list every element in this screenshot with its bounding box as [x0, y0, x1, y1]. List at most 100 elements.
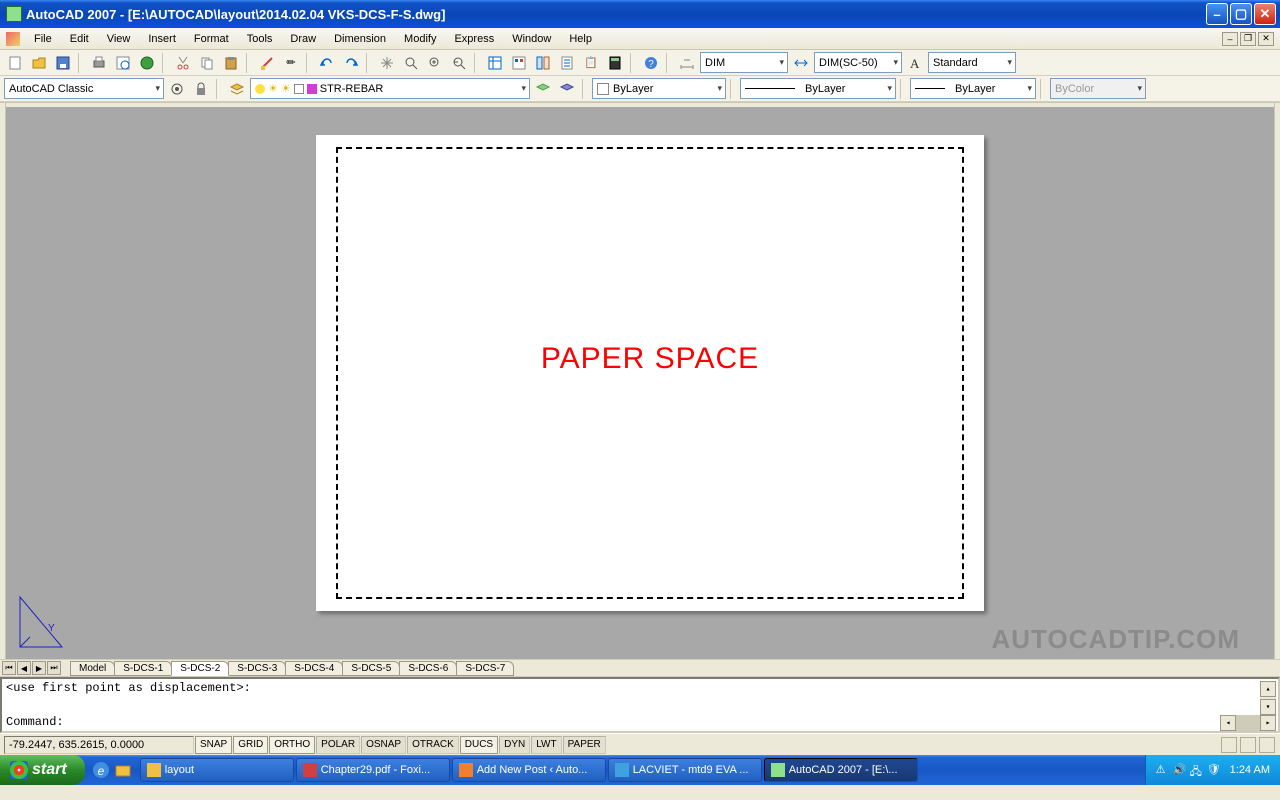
- dim-style-select[interactable]: DIM: [700, 52, 788, 73]
- markup-icon[interactable]: 📋: [580, 52, 602, 74]
- menu-tools[interactable]: Tools: [239, 31, 281, 47]
- otrack-toggle[interactable]: OTRACK: [407, 736, 459, 754]
- polar-toggle[interactable]: POLAR: [316, 736, 360, 754]
- zoom-realtime-icon[interactable]: [400, 52, 422, 74]
- workspace-select[interactable]: AutoCAD Classic: [4, 78, 164, 99]
- tab-next-button[interactable]: ▶: [32, 661, 46, 675]
- command-vscroll[interactable]: ▴▾: [1260, 681, 1276, 715]
- zoom-window-icon[interactable]: [424, 52, 446, 74]
- workspace-lock-icon[interactable]: [190, 78, 212, 100]
- help-icon[interactable]: ?: [640, 52, 662, 74]
- lineweight-select[interactable]: ByLayer: [910, 78, 1036, 99]
- paper-toggle[interactable]: PAPER: [563, 736, 606, 754]
- task-lacviet[interactable]: LACVIET - mtd9 EVA ...: [608, 758, 762, 782]
- dim-style2-select[interactable]: DIM(SC-50): [814, 52, 902, 73]
- dim-style-icon[interactable]: [676, 52, 698, 74]
- ie-icon[interactable]: e: [91, 760, 111, 780]
- paste-icon[interactable]: [220, 52, 242, 74]
- ortho-toggle[interactable]: ORTHO: [269, 736, 315, 754]
- taskbar-clock[interactable]: 1:24 AM: [1230, 764, 1270, 776]
- maximize-button[interactable]: ▢: [1230, 3, 1252, 25]
- design-center-icon[interactable]: [508, 52, 530, 74]
- new-icon[interactable]: [4, 52, 26, 74]
- task-autocad[interactable]: AutoCAD 2007 - [E:\...: [764, 758, 918, 782]
- tray-network-icon[interactable]: 🖧: [1190, 763, 1204, 777]
- undo-icon[interactable]: [316, 52, 338, 74]
- layer-states-icon[interactable]: [556, 78, 578, 100]
- minimize-button[interactable]: –: [1206, 3, 1228, 25]
- lwt-toggle[interactable]: LWT: [531, 736, 561, 754]
- tab-sdcs1[interactable]: S-DCS-1: [114, 661, 172, 676]
- tab-sdcs2[interactable]: S-DCS-2: [171, 661, 229, 676]
- mdi-restore-button[interactable]: ❐: [1240, 32, 1256, 46]
- command-line[interactable]: <use first point as displacement>: Comma…: [0, 677, 1280, 733]
- menu-file[interactable]: File: [26, 31, 60, 47]
- copy-icon[interactable]: [196, 52, 218, 74]
- workspace-settings-icon[interactable]: [166, 78, 188, 100]
- tab-sdcs3[interactable]: S-DCS-3: [228, 661, 286, 676]
- tray-volume-icon[interactable]: 🔊: [1173, 763, 1187, 777]
- quickcalc-icon[interactable]: [604, 52, 626, 74]
- layer-select[interactable]: ☀ ☀ STR-REBAR: [250, 78, 530, 99]
- coordinates-display[interactable]: -79.2447, 635.2615, 0.0000: [4, 736, 194, 754]
- menu-view[interactable]: View: [99, 31, 139, 47]
- mdi-close-button[interactable]: ✕: [1258, 32, 1274, 46]
- explorer-icon[interactable]: [113, 760, 133, 780]
- tray-icon[interactable]: ⚠: [1156, 763, 1170, 777]
- tray-shield-icon[interactable]: 🛡: [1207, 763, 1221, 777]
- open-icon[interactable]: [28, 52, 50, 74]
- plot-preview-icon[interactable]: [112, 52, 134, 74]
- toolbar-lock-icon[interactable]: [1240, 737, 1256, 753]
- dyn-toggle[interactable]: DYN: [499, 736, 530, 754]
- menu-insert[interactable]: Insert: [140, 31, 184, 47]
- osnap-toggle[interactable]: OSNAP: [361, 736, 406, 754]
- menu-help[interactable]: Help: [561, 31, 600, 47]
- dim-update-icon[interactable]: [790, 52, 812, 74]
- publish-icon[interactable]: [136, 52, 158, 74]
- layer-previous-icon[interactable]: [532, 78, 554, 100]
- tab-sdcs6[interactable]: S-DCS-6: [399, 661, 457, 676]
- mdi-minimize-button[interactable]: –: [1222, 32, 1238, 46]
- layer-manager-icon[interactable]: [226, 78, 248, 100]
- tab-prev-button[interactable]: ◀: [17, 661, 31, 675]
- linetype-select[interactable]: ByLayer: [740, 78, 896, 99]
- menu-modify[interactable]: Modify: [396, 31, 444, 47]
- tab-sdcs4[interactable]: S-DCS-4: [285, 661, 343, 676]
- tab-sdcs5[interactable]: S-DCS-5: [342, 661, 400, 676]
- clean-screen-icon[interactable]: [1259, 737, 1275, 753]
- comm-center-icon[interactable]: [1221, 737, 1237, 753]
- match-properties-icon[interactable]: [256, 52, 278, 74]
- menu-express[interactable]: Express: [446, 31, 502, 47]
- menu-dimension[interactable]: Dimension: [326, 31, 394, 47]
- grid-toggle[interactable]: GRID: [233, 736, 268, 754]
- drawing-canvas[interactable]: PAPER SPACE AUTOCADTIP.COM Y: [6, 103, 1274, 659]
- tab-last-button[interactable]: ⏭: [47, 661, 61, 675]
- tab-first-button[interactable]: ⏮: [2, 661, 16, 675]
- block-editor-icon[interactable]: ✏: [280, 52, 302, 74]
- ducs-toggle[interactable]: DUCS: [460, 736, 498, 754]
- color-select[interactable]: ByLayer: [592, 78, 726, 99]
- task-layout[interactable]: layout: [140, 758, 294, 782]
- text-style-icon[interactable]: A: [904, 52, 926, 74]
- task-pdf[interactable]: Chapter29.pdf - Foxi...: [296, 758, 450, 782]
- command-hscroll[interactable]: ◂▸: [1220, 715, 1276, 731]
- start-button[interactable]: start: [0, 755, 85, 785]
- snap-toggle[interactable]: SNAP: [195, 736, 232, 754]
- tab-sdcs7[interactable]: S-DCS-7: [456, 661, 514, 676]
- tool-palettes-icon[interactable]: [532, 52, 554, 74]
- task-firefox[interactable]: Add New Post ‹ Auto...: [452, 758, 606, 782]
- menu-window[interactable]: Window: [504, 31, 559, 47]
- print-icon[interactable]: [88, 52, 110, 74]
- sheet-set-icon[interactable]: [556, 52, 578, 74]
- save-icon[interactable]: [52, 52, 74, 74]
- tab-model[interactable]: Model: [70, 661, 115, 676]
- menu-draw[interactable]: Draw: [282, 31, 324, 47]
- cut-icon[interactable]: [172, 52, 194, 74]
- redo-icon[interactable]: [340, 52, 362, 74]
- menu-format[interactable]: Format: [186, 31, 237, 47]
- properties-icon[interactable]: [484, 52, 506, 74]
- close-button[interactable]: ✕: [1254, 3, 1276, 25]
- text-style-select[interactable]: Standard: [928, 52, 1016, 73]
- zoom-previous-icon[interactable]: [448, 52, 470, 74]
- pan-icon[interactable]: [376, 52, 398, 74]
